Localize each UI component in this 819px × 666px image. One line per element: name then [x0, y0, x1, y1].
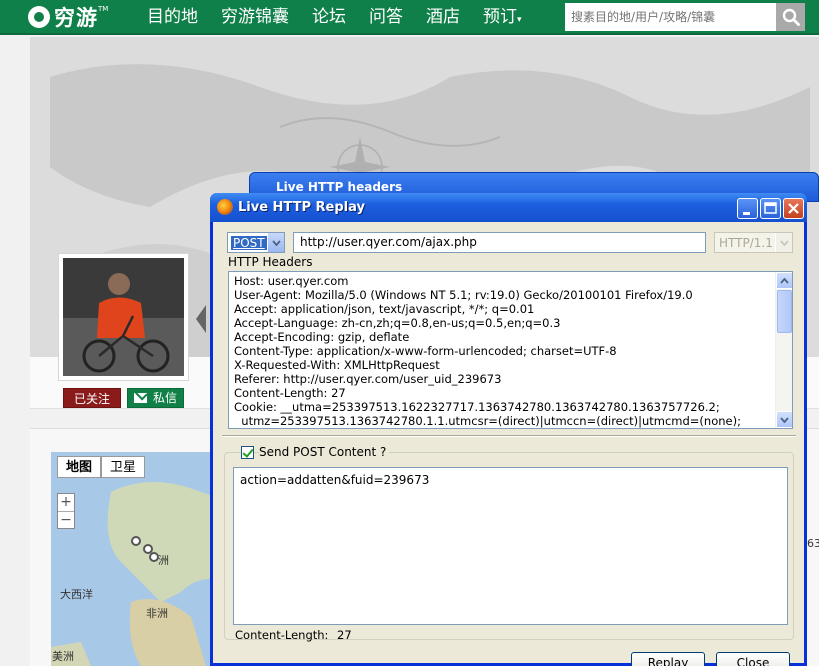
firefox-icon: [217, 199, 233, 215]
chevron-down-icon: ▾: [517, 15, 522, 25]
nav-item-forum[interactable]: 论坛: [312, 0, 346, 35]
chevron-down-icon: [271, 239, 281, 246]
header-line: utmz=253397513.1363742780.1.1.utmcsr=(di…: [234, 414, 741, 428]
header-line: Cookie: __utma=253397513.1622327717.1363…: [234, 400, 720, 414]
search-button[interactable]: [776, 3, 805, 31]
map-type-tabs: 地图 卫星: [57, 456, 146, 478]
tab-satellite[interactable]: 卫星: [101, 456, 146, 478]
version-dropdown-button[interactable]: [775, 233, 792, 252]
page-fragment-number: 63: [807, 537, 819, 550]
scroll-up-button[interactable]: [776, 272, 792, 289]
minimize-icon: [743, 212, 750, 215]
maximize-button[interactable]: [760, 198, 781, 219]
logo-trademark: TM: [98, 5, 109, 13]
map-label-americas: 美洲: [52, 650, 74, 663]
avatar[interactable]: [58, 253, 189, 381]
avatar-photo: [63, 258, 184, 376]
chevron-down-icon: [780, 416, 789, 423]
map-label-atlantic: 大西洋: [60, 588, 93, 601]
replay-button[interactable]: Replay: [631, 652, 705, 666]
method-value: POST: [231, 236, 267, 250]
avatar-photo-illustration: [63, 258, 184, 376]
main-nav: 目的地 穷游锦囊 论坛 问答 酒店 预订▾: [147, 0, 545, 35]
scroll-down-button[interactable]: [776, 411, 792, 428]
private-message-button[interactable]: 私信: [127, 388, 184, 408]
http-version-value: HTTP/1.1: [719, 236, 773, 250]
http-version-select[interactable]: HTTP/1.1: [714, 232, 793, 253]
header-line: Content-Length: 27: [234, 386, 346, 400]
carousel-prev-arrow-icon[interactable]: [196, 305, 206, 333]
dialog-titlebar[interactable]: Live HTTP Replay: [210, 193, 807, 222]
content-length-label: Content-Length:: [235, 628, 329, 642]
map-label-europe: 洲: [158, 554, 169, 567]
private-message-label: 私信: [152, 391, 177, 405]
footprint-map[interactable]: [51, 452, 231, 666]
nav-item-booking[interactable]: 预订▾: [483, 0, 522, 35]
map-label-africa: 非洲: [146, 607, 168, 620]
post-content-textarea[interactable]: action=addatten&fuid=239673: [233, 467, 788, 625]
live-http-replay-dialog: Live HTTP Replay POST http://user.qyer.c…: [210, 193, 807, 666]
dialog-body: POST http://user.qyer.com/ajax.php HTTP/…: [213, 222, 804, 666]
section-divider: [222, 435, 796, 437]
nav-item-hotels[interactable]: 酒店: [426, 0, 460, 35]
header-line: Referer: http://user.qyer.com/user_uid_2…: [234, 372, 502, 386]
http-headers-label: HTTP Headers: [228, 255, 313, 269]
close-icon: [788, 203, 799, 214]
dialog-title: Live HTTP Replay: [238, 200, 365, 215]
logo-text: 穷游: [54, 6, 98, 30]
method-dropdown-button[interactable]: [267, 233, 284, 252]
site-logo[interactable]: 穷游 TM: [28, 3, 108, 31]
header-line: Accept-Encoding: gzip, deflate: [234, 330, 410, 344]
scroll-thumb[interactable]: [777, 290, 792, 333]
envelope-icon: [133, 393, 147, 403]
header-line: Accept-Language: zh-cn,zh;q=0.8,en-us;q=…: [234, 316, 561, 330]
minimize-button[interactable]: [737, 198, 758, 219]
maximize-icon: [764, 202, 777, 214]
send-post-label[interactable]: Send POST Content ?: [259, 445, 390, 459]
zoom-out-button[interactable]: −: [58, 511, 74, 528]
chevron-down-icon: [779, 239, 789, 246]
nav-item-qa[interactable]: 问答: [369, 0, 403, 35]
map-land-illustration: [51, 482, 231, 666]
header-line: Accept: application/json, text/javascrip…: [234, 302, 535, 316]
map-pin-icon[interactable]: [131, 536, 141, 546]
back-window-title: Live HTTP headers: [276, 180, 403, 194]
content-length-value: 27: [337, 628, 352, 642]
chevron-up-icon: [780, 277, 789, 284]
tab-map[interactable]: 地图: [57, 456, 102, 478]
http-headers-textarea[interactable]: Host: user.qyer.com User-Agent: Mozilla/…: [228, 271, 793, 429]
nav-item-booking-label: 预订: [483, 7, 517, 27]
nav-item-guides[interactable]: 穷游锦囊: [221, 0, 289, 35]
search-input[interactable]: [565, 3, 777, 31]
site-header: 穷游 TM 目的地 穷游锦囊 论坛 问答 酒店 预订▾: [0, 0, 819, 35]
send-post-checkbox[interactable]: [241, 446, 254, 459]
method-select[interactable]: POST: [227, 232, 285, 253]
headers-scrollbar[interactable]: [775, 272, 792, 428]
map-zoom-control: + −: [57, 493, 75, 529]
header-line: Host: user.qyer.com: [234, 274, 349, 288]
site-search: [565, 3, 805, 31]
search-icon: [782, 8, 800, 26]
close-button[interactable]: Close: [716, 652, 790, 666]
nav-item-destinations[interactable]: 目的地: [147, 0, 198, 35]
followed-button[interactable]: 已关注: [63, 388, 121, 408]
logo-mark-icon: [28, 6, 50, 28]
header-line: Content-Type: application/x-www-form-url…: [234, 344, 617, 358]
header-line: X-Requested-With: XMLHttpRequest: [234, 358, 440, 372]
url-input[interactable]: http://user.qyer.com/ajax.php: [293, 232, 706, 253]
close-window-button[interactable]: [783, 198, 804, 219]
zoom-in-button[interactable]: +: [58, 494, 74, 511]
header-line: User-Agent: Mozilla/5.0 (Windows NT 5.1;…: [234, 288, 693, 302]
